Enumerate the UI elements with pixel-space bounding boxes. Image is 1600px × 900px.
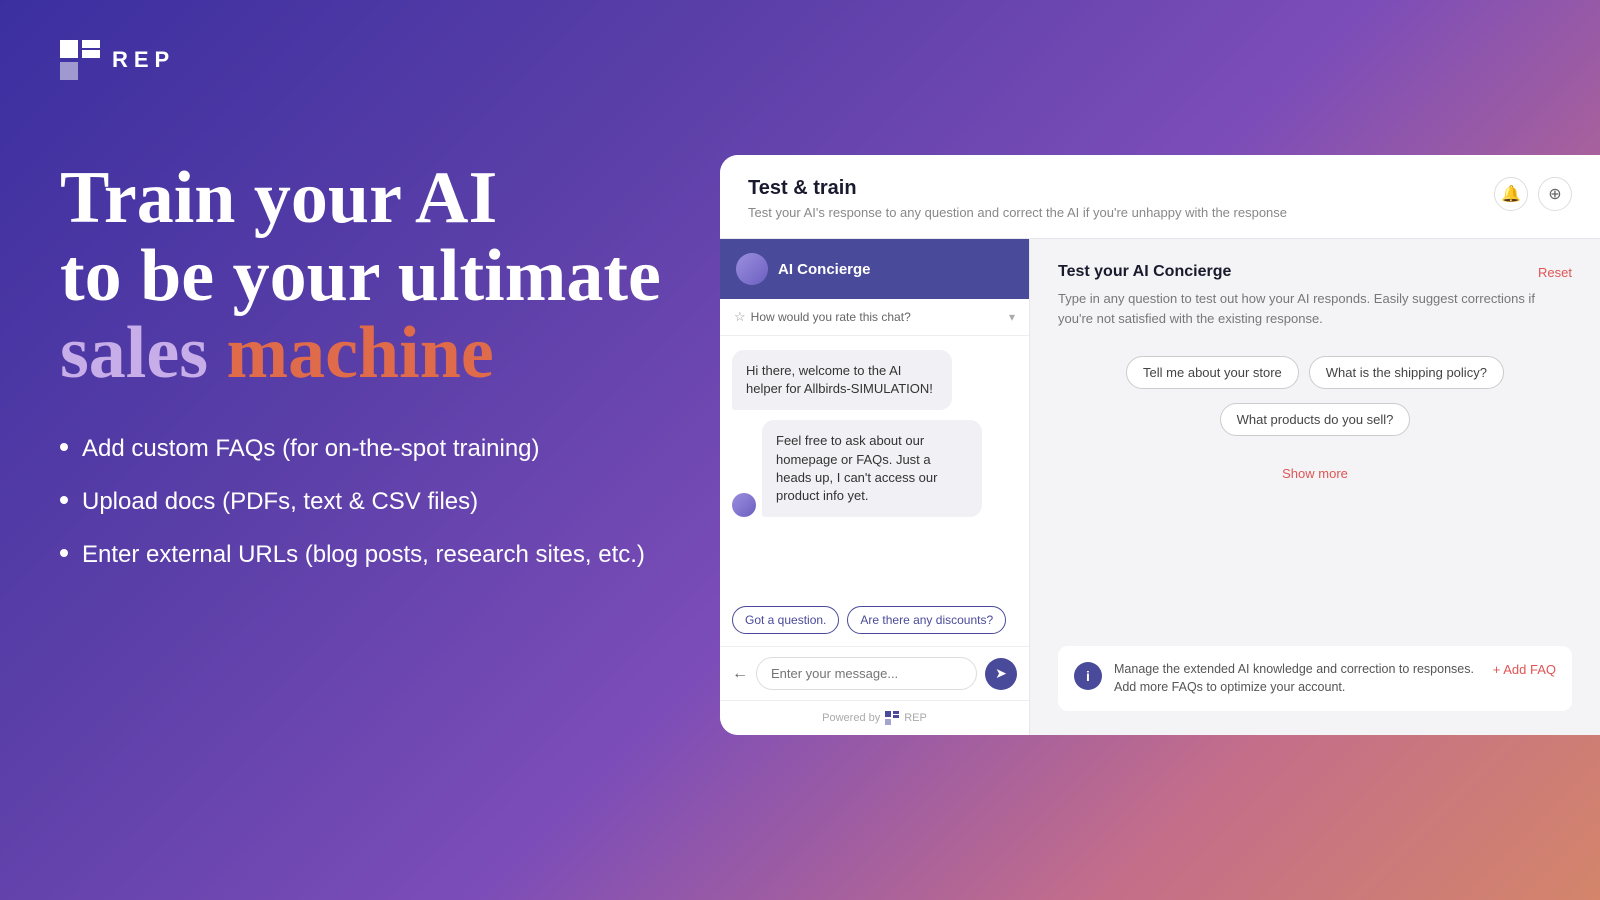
panel-title: Test & train: [748, 177, 1287, 200]
chat-message-2: Feel free to ask about our homepage or F…: [762, 420, 982, 517]
chat-agent-name: AI Concierge: [778, 261, 871, 278]
logo-text: REP: [112, 47, 175, 73]
panel-subtitle: Test your AI's response to any question …: [748, 205, 1287, 220]
chat-column: AI Concierge ☆ How would you rate this c…: [720, 239, 1030, 735]
panel-header-icons: 🔔 ⊕: [1494, 177, 1572, 211]
header: REP: [60, 40, 175, 80]
bullet-dot: [60, 549, 68, 557]
bullet-item-1: Add custom FAQs (for on-the-spot trainin…: [60, 433, 740, 464]
rep-logo-icon: [60, 40, 100, 80]
quick-reply-btn-1[interactable]: Got a question.: [732, 606, 839, 634]
headline-machine: machine: [227, 312, 494, 394]
panel-header: Test & train Test your AI's response to …: [720, 155, 1600, 239]
chat-agent-avatar: [736, 253, 768, 285]
test-info-bar: i Manage the extended AI knowledge and c…: [1058, 646, 1572, 712]
chat-header: AI Concierge: [720, 239, 1029, 299]
chat-messages: Hi there, welcome to the AI helper for A…: [720, 336, 1029, 598]
menu-icon-btn[interactable]: ⊕: [1538, 177, 1572, 211]
chat-rating-bar[interactable]: ☆ How would you rate this chat? ▾: [720, 299, 1029, 336]
reset-button[interactable]: Reset: [1538, 265, 1572, 280]
left-content: Train your AI to be your ultimate sales …: [60, 160, 740, 571]
chat-message-2-wrapper: Feel free to ask about our homepage or F…: [732, 420, 1017, 517]
info-icon: i: [1074, 662, 1102, 690]
suggestion-chip-shipping[interactable]: What is the shipping policy?: [1309, 356, 1504, 389]
chat-send-button[interactable]: ➤: [985, 658, 1017, 690]
show-more-link[interactable]: Show more: [1058, 466, 1572, 481]
back-arrow-icon[interactable]: ←: [732, 665, 748, 683]
quick-replies: Got a question. Are there any discounts?: [720, 598, 1029, 646]
panel-title-group: Test & train Test your AI's response to …: [748, 177, 1287, 220]
suggestion-chips: Tell me about your store What is the shi…: [1058, 356, 1572, 436]
bullet-dot: [60, 496, 68, 504]
bullet-item-3: Enter external URLs (blog posts, researc…: [60, 539, 740, 570]
notification-icon-btn[interactable]: 🔔: [1494, 177, 1528, 211]
chat-window: AI Concierge ☆ How would you rate this c…: [720, 239, 1029, 735]
chip-row-2: What products do you sell?: [1058, 403, 1572, 436]
chat-rating-text: ☆ How would you rate this chat?: [734, 309, 911, 325]
add-faq-button[interactable]: + Add FAQ: [1493, 662, 1556, 677]
right-panel: Test & train Test your AI's response to …: [720, 155, 1600, 735]
info-text: Manage the extended AI knowledge and cor…: [1114, 660, 1481, 698]
bullet-list: Add custom FAQs (for on-the-spot trainin…: [60, 433, 740, 571]
test-description: Type in any question to test out how you…: [1058, 289, 1572, 328]
rep-small-logo-icon: [885, 711, 899, 725]
star-icon: ☆: [734, 309, 746, 325]
test-section-header: Test your AI Concierge Reset: [1058, 263, 1572, 281]
chevron-down-icon: ▾: [1009, 310, 1015, 324]
panel-body: AI Concierge ☆ How would you rate this c…: [720, 239, 1600, 735]
test-section-title: Test your AI Concierge: [1058, 263, 1231, 281]
suggestion-chip-products[interactable]: What products do you sell?: [1220, 403, 1411, 436]
headline: Train your AI to be your ultimate sales …: [60, 160, 740, 393]
chat-powered-by: Powered by REP: [720, 700, 1029, 735]
agent-small-avatar: [732, 493, 756, 517]
headline-sales: sales: [60, 312, 208, 394]
chat-message-input[interactable]: [756, 657, 977, 690]
bullet-dot: [60, 443, 68, 451]
test-column: Test your AI Concierge Reset Type in any…: [1030, 239, 1600, 735]
chat-input-area: ← ➤: [720, 646, 1029, 700]
chip-row-1: Tell me about your store What is the shi…: [1058, 356, 1572, 389]
quick-reply-btn-2[interactable]: Are there any discounts?: [847, 606, 1006, 634]
suggestion-chip-store[interactable]: Tell me about your store: [1126, 356, 1299, 389]
chat-message-1: Hi there, welcome to the AI helper for A…: [732, 350, 952, 410]
bullet-item-2: Upload docs (PDFs, text & CSV files): [60, 486, 740, 517]
